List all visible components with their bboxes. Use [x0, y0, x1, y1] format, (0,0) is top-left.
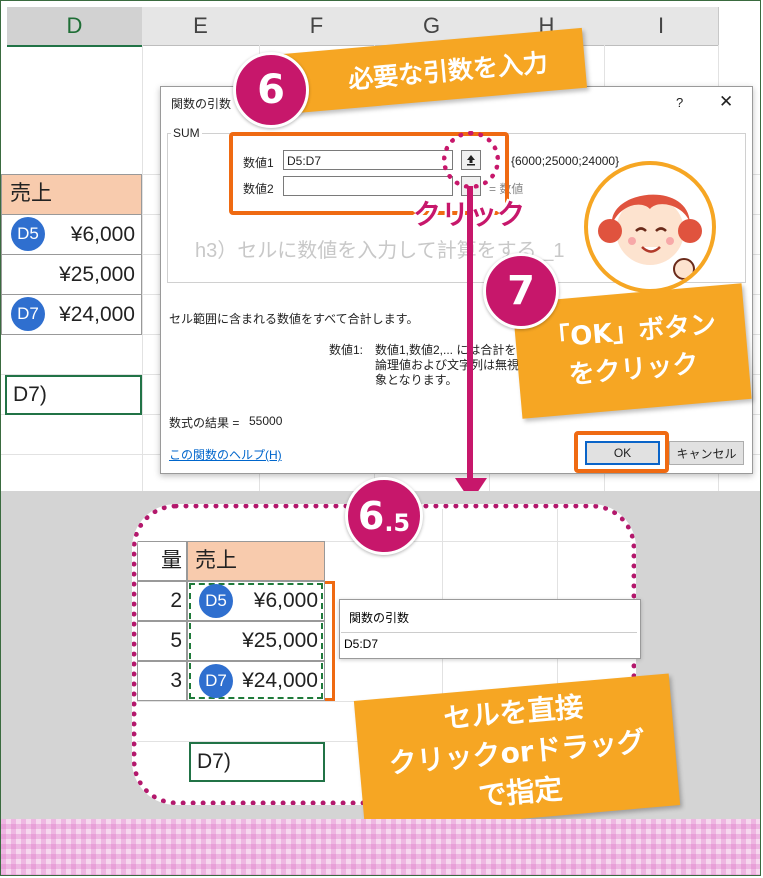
- step-6-5-sub: .5: [384, 509, 411, 537]
- zoom-qty-1[interactable]: 2: [137, 581, 187, 621]
- arg1-result: {6000;25000;24000}: [511, 154, 620, 168]
- click-target-circle: [442, 131, 500, 189]
- zoom-qty-2[interactable]: 5: [137, 621, 187, 661]
- mini-dialog-input[interactable]: D5:D7: [341, 632, 637, 654]
- assistant-character-illustration: [584, 161, 716, 293]
- ok-highlight-box: [574, 431, 669, 473]
- formula-result-label: 数式の結果 =: [169, 416, 240, 430]
- help-icon[interactable]: ?: [676, 95, 683, 110]
- function-help-link[interactable]: この関数のヘルプ(H): [169, 446, 282, 463]
- screenshot-frame: D E F G H I 売上 ¥6,000 D5 ¥25,000 ¥24,000…: [0, 0, 761, 876]
- column-header-d[interactable]: D: [7, 7, 143, 47]
- zoom-badge-d7: D7: [199, 664, 233, 698]
- formula-result-value: 55000: [249, 414, 283, 428]
- dialog-title: 関数の引数: [171, 97, 232, 111]
- step-6-5-number: 6.5: [345, 477, 423, 555]
- function-description: セル範囲に含まれる数値をすべて合計します。: [169, 312, 419, 326]
- step-6-number: 6: [233, 52, 309, 128]
- formula-cell[interactable]: D7): [5, 375, 142, 415]
- character-face-icon: [598, 194, 702, 280]
- mini-dialog-title: 関数の引数: [349, 611, 410, 625]
- function-name: SUM: [171, 126, 202, 140]
- zoom-qty-header[interactable]: 量: [137, 541, 187, 581]
- sales-cell-d6[interactable]: ¥25,000: [1, 254, 142, 295]
- gingham-footer: [1, 819, 760, 875]
- zoom-formula-cell[interactable]: D7): [189, 742, 325, 782]
- down-arrow-icon: [455, 186, 487, 502]
- range-bracket: [325, 581, 335, 701]
- collapsed-function-dialog: 関数の引数 D5:D7: [339, 599, 641, 659]
- column-header-e[interactable]: E: [142, 7, 260, 46]
- column-header-i[interactable]: I: [604, 7, 719, 46]
- step-6-5-main: 6: [357, 494, 385, 538]
- cell-ref-badge-d5: D5: [11, 217, 45, 251]
- cell-ref-badge-d7: D7: [11, 297, 45, 331]
- direct-select-banner: セルを直接 クリックorドラッグ で指定: [353, 673, 681, 833]
- zoom-badge-d5: D5: [199, 584, 233, 618]
- direct-select-line-3: で指定: [477, 772, 564, 813]
- sales-header-cell[interactable]: 売上: [1, 174, 142, 215]
- step-7-number: 7: [483, 253, 559, 329]
- close-icon[interactable]: ✕: [719, 92, 733, 112]
- column-header-f[interactable]: F: [259, 7, 375, 46]
- zoom-sales-header[interactable]: 売上: [187, 541, 325, 581]
- cancel-button[interactable]: キャンセル: [669, 441, 744, 465]
- zoom-qty-3[interactable]: 3: [137, 661, 187, 701]
- arg-help-label: 数値1:: [329, 343, 364, 357]
- arg-help-line-3: 象となります。: [375, 373, 458, 387]
